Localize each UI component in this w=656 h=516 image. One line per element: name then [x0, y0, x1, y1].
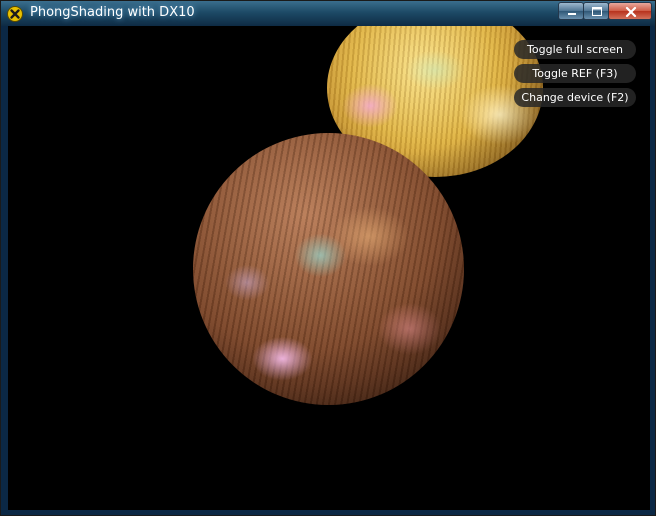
minimize-icon — [568, 13, 576, 15]
maximize-button[interactable] — [583, 2, 609, 20]
app-window: PhongShading with DX10 Toggle full scree… — [0, 0, 656, 516]
close-icon — [625, 6, 637, 18]
maximize-icon — [592, 7, 602, 16]
window-title: PhongShading with DX10 — [30, 5, 195, 20]
bronze-sphere — [193, 133, 464, 405]
render-viewport[interactable]: Toggle full screen Toggle REF (F3) Chang… — [8, 26, 650, 510]
title-bar[interactable]: PhongShading with DX10 — [1, 1, 655, 26]
minimize-button[interactable] — [558, 2, 584, 20]
directx-app-icon — [7, 6, 23, 22]
close-button[interactable] — [608, 2, 652, 20]
change-device-button[interactable]: Change device (F2) — [514, 88, 636, 107]
toggle-fullscreen-button[interactable]: Toggle full screen — [514, 40, 636, 59]
toggle-ref-button[interactable]: Toggle REF (F3) — [514, 64, 636, 83]
bronze-sphere-shading — [193, 133, 464, 405]
